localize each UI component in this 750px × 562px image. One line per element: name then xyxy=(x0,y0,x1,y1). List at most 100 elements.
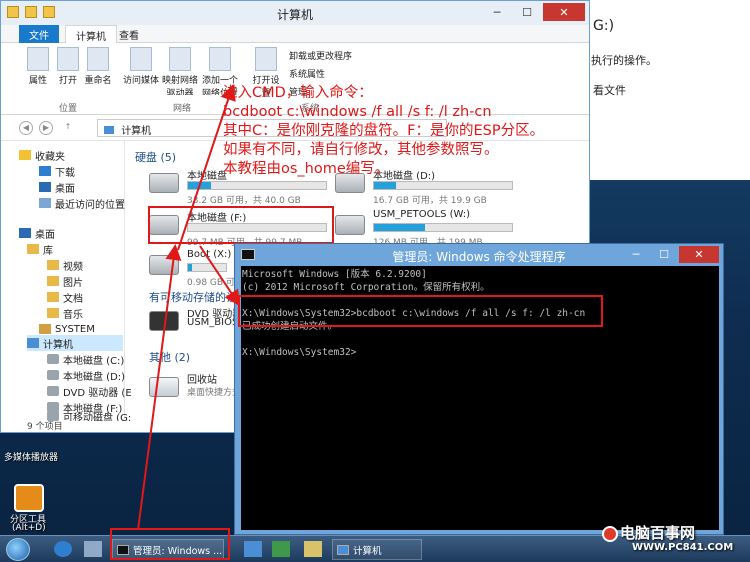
nav-favorites[interactable]: 收藏夹 xyxy=(19,147,65,163)
start-button[interactable] xyxy=(6,538,30,561)
highlight-command xyxy=(238,295,603,327)
ie-icon[interactable] xyxy=(54,541,72,557)
open-label: 打开 xyxy=(58,76,77,86)
forward-button[interactable]: ▶ xyxy=(39,121,53,135)
desktop-media-player-label[interactable]: 多媒体播放器 xyxy=(4,450,58,463)
section-removable[interactable]: 有可移动存储的设 xyxy=(149,289,237,305)
settings-icon xyxy=(255,47,277,71)
dvd-rom-icon xyxy=(149,311,179,331)
map-drive-icon xyxy=(169,47,191,71)
network-icon[interactable] xyxy=(244,541,262,557)
annotation-line: 进入CMD，输入命令： xyxy=(223,85,373,101)
annotation-line: bcdboot c:\windows /f all /s f: /l zh-cn xyxy=(223,104,492,120)
nav-desktop-root[interactable]: 桌面 xyxy=(19,225,55,241)
up-button[interactable]: ↑ xyxy=(61,121,75,135)
nav-library[interactable]: 库 xyxy=(27,241,53,257)
ribbon-tabs: 文件 计算机 查看 xyxy=(1,25,589,43)
nav-drive-dvd[interactable]: DVD 驱动器 (E xyxy=(47,383,132,399)
nav-documents[interactable]: 文档 xyxy=(47,289,83,305)
drive-usage-bar xyxy=(373,223,513,232)
drive-info: 16.7 GB 可用，共 19.9 GB xyxy=(373,196,487,206)
watermark-brand: 电脑百事网 xyxy=(620,524,696,542)
hard-drive-icon xyxy=(335,215,365,235)
bg-line-1: G:) xyxy=(593,18,615,34)
tool-icon[interactable] xyxy=(272,541,290,557)
cmd-close-button[interactable]: ✕ xyxy=(679,246,719,263)
annotation-text: 进入CMD，输入命令： bcdboot c:\windows /f all /s… xyxy=(223,84,544,179)
section-other[interactable]: 其他 (2) xyxy=(149,349,190,365)
watermark-url: WWW.PC841.COM xyxy=(632,542,734,553)
nav-pictures[interactable]: 图片 xyxy=(47,273,83,289)
drive-usage-bar xyxy=(373,181,513,190)
rename-button[interactable]: 重命名 xyxy=(83,47,113,86)
recent-places-icon xyxy=(39,198,51,208)
console-line: (c) 2012 Microsoft Corporation。保留所有权利。 xyxy=(242,282,490,293)
console-line: Microsoft Windows [版本 6.2.9200] xyxy=(242,269,427,280)
map-network-drive-button[interactable]: 映射网络驱动器 xyxy=(161,47,199,95)
nav-drive-d[interactable]: 本地磁盘 (D:) xyxy=(47,367,125,383)
highlight-taskbar-cmd xyxy=(110,528,230,560)
desktop-icon xyxy=(39,182,51,192)
partition-tool-shortcut: (Alt+D) xyxy=(12,523,46,533)
nav-videos-label: 视频 xyxy=(63,261,83,273)
nav-videos[interactable]: 视频 xyxy=(47,257,83,273)
user-folder-icon xyxy=(39,324,51,334)
taskbar-item-explorer[interactable]: 计算机 xyxy=(332,539,422,560)
cmd-minimize-button[interactable]: ─ xyxy=(623,246,649,263)
partition-tool-icon[interactable] xyxy=(14,484,44,512)
hard-drive-icon xyxy=(149,173,179,193)
drive-icon xyxy=(47,354,59,364)
music-icon xyxy=(47,308,59,318)
nav-desktop-label: 桌面 xyxy=(55,183,75,195)
nav-music[interactable]: 音乐 xyxy=(47,305,83,321)
drive-name: 本地磁盘 xyxy=(187,171,227,182)
properties-button[interactable]: 属性 xyxy=(23,47,53,86)
app-icon[interactable] xyxy=(304,541,322,557)
computer-small-icon xyxy=(104,126,114,134)
close-button[interactable]: ✕ xyxy=(543,3,585,21)
group-location: 位置 xyxy=(59,104,78,114)
back-button[interactable]: ◀ xyxy=(19,121,33,135)
nav-drive-c[interactable]: 本地磁盘 (C:) xyxy=(47,351,124,367)
open-button[interactable]: 打开 xyxy=(53,47,83,86)
access-media-button[interactable]: 访问媒体 xyxy=(123,47,159,86)
system-properties-link[interactable]: 系统属性 xyxy=(289,67,325,80)
section-hard-disks[interactable]: 硬盘 (5) xyxy=(135,149,176,165)
picture-icon xyxy=(47,276,59,286)
nav-desktop[interactable]: 桌面 xyxy=(39,179,75,195)
watermark: 电脑百事网 WWW.PC841.COM xyxy=(602,522,748,560)
star-icon xyxy=(19,150,31,160)
nav-drive-dvd-label: DVD 驱动器 (E xyxy=(63,387,132,399)
nav-downloads-label: 下载 xyxy=(55,167,75,179)
bg-line-2: 执行的操作。 xyxy=(591,54,657,67)
drive-icon xyxy=(47,370,59,380)
uninstall-program-link[interactable]: 卸载或更改程序 xyxy=(289,49,352,62)
drive-usage-fill xyxy=(374,182,397,189)
annotation-line: 其中C：是你刚克隆的盘符。F：是你的ESP分区。 xyxy=(223,123,545,139)
nav-documents-label: 文档 xyxy=(63,293,83,305)
explorer-titlebar[interactable]: 计算机 ─ ☐ ✕ xyxy=(1,1,589,25)
tab-view[interactable]: 查看 xyxy=(109,25,149,43)
computer-icon xyxy=(27,338,39,348)
highlight-drive-f xyxy=(148,206,334,244)
network-location-icon xyxy=(209,47,231,71)
nav-computer[interactable]: 计算机 xyxy=(27,335,123,351)
access-media-icon xyxy=(130,47,152,71)
drive-name: USM_PETOOLS (W:) xyxy=(373,209,471,220)
maximize-button[interactable]: ☐ xyxy=(513,3,541,21)
drive-tile-w[interactable]: USM_PETOOLS (W:) 126 MB 可用，共 199 MB xyxy=(335,209,515,248)
minimize-button[interactable]: ─ xyxy=(483,3,511,21)
rename-label: 重命名 xyxy=(84,76,112,86)
nav-downloads[interactable]: 下载 xyxy=(39,163,75,179)
recycle-bin-icon xyxy=(149,377,179,397)
nav-recent[interactable]: 最近访问的位置 xyxy=(39,195,125,211)
taskbar-explorer-label: 计算机 xyxy=(353,545,382,557)
tab-file[interactable]: 文件 xyxy=(19,25,59,43)
address-text: 计算机 xyxy=(121,126,152,137)
library-icon xyxy=(27,244,39,254)
drive-usage-bar xyxy=(187,263,227,272)
explorer-pin-icon[interactable] xyxy=(84,541,102,557)
cmd-titlebar[interactable]: 管理员: Windows 命令处理程序 ─ ☐ ✕ xyxy=(235,244,723,266)
drive-usage-bar xyxy=(187,181,327,190)
cmd-maximize-button[interactable]: ☐ xyxy=(651,246,677,263)
